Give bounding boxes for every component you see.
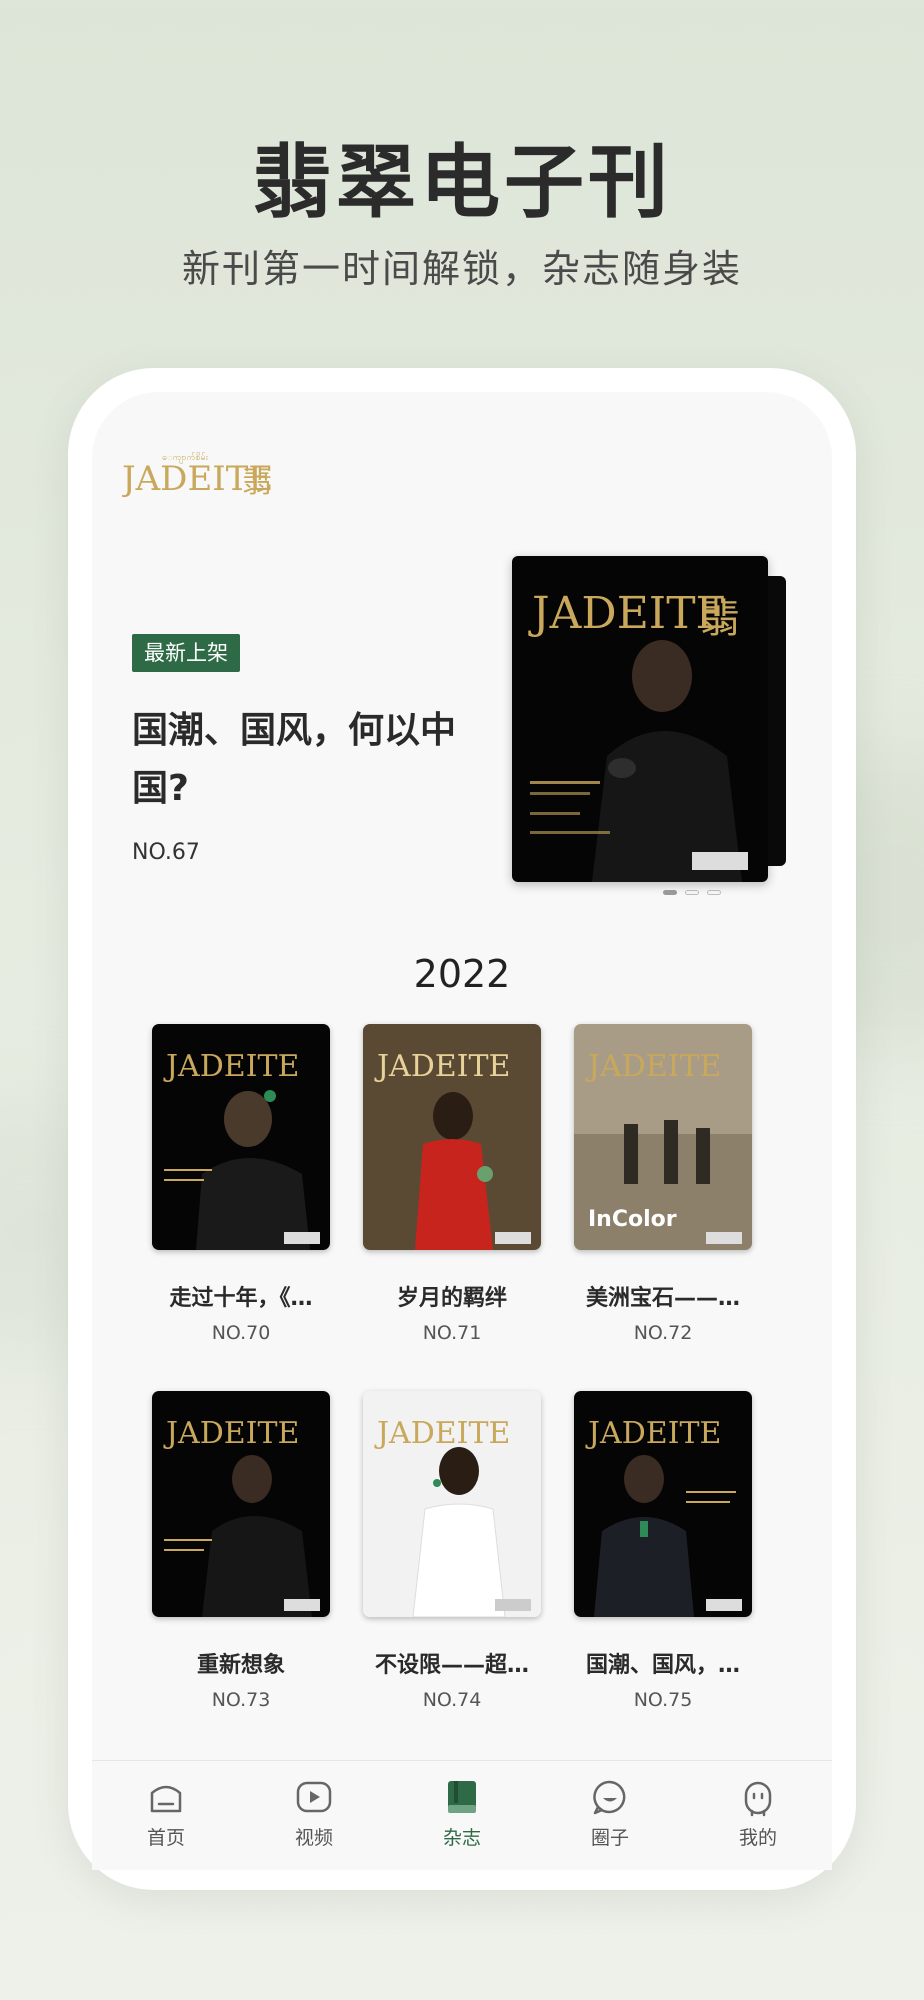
- pagination-dot[interactable]: [663, 890, 677, 895]
- magazine-issue: NO.74: [422, 1689, 482, 1711]
- magazine-title: 不设限——超…: [374, 1653, 529, 1678]
- cover-art: JADEITE: [363, 1024, 541, 1250]
- magazine-issue: NO.71: [422, 1322, 482, 1344]
- tab-label: 首页: [146, 1827, 185, 1849]
- magazine-item[interactable]: JADEITE 重新想象 NO.73: [152, 1391, 330, 1758]
- svg-text:翡: 翡: [700, 596, 740, 642]
- svg-text:JADEITE: JADEITE: [528, 588, 728, 639]
- magazine-cover[interactable]: JADEITE: [574, 1391, 752, 1617]
- svg-text:InColor: InColor: [588, 1207, 677, 1232]
- magazine-cover[interactable]: JADEITE: [363, 1024, 541, 1250]
- pagination-dot[interactable]: [685, 890, 699, 895]
- magazine-item[interactable]: JADEITE 岁月的羁绊 NO.71: [363, 1024, 541, 1391]
- svg-text:JADEITE: JADEITE: [163, 1049, 299, 1084]
- app-screen: JADEITE 翡 ေကျာက်စိမ်း 最新上架 国潮、国风，何以中国? N…: [92, 392, 832, 1842]
- promo-headline: 翡翠电子刊: [252, 136, 672, 229]
- home-icon: [150, 1785, 182, 1813]
- cover-art: JADEITE InColor: [574, 1024, 752, 1250]
- hero-issue-title[interactable]: 国潮、国风，何以中国?: [132, 702, 462, 818]
- magazine-cover[interactable]: JADEITE: [152, 1391, 330, 1617]
- magazine-item[interactable]: JADEITE 走过十年，《… NO.70: [152, 1024, 330, 1391]
- magazine-item[interactable]: JADEITE 国潮、国风，… NO.75: [574, 1391, 752, 1758]
- magazine-issue: NO.72: [633, 1322, 693, 1344]
- tab-home[interactable]: 首页: [116, 1777, 216, 1850]
- tab-video[interactable]: 视频: [264, 1777, 364, 1850]
- new-arrival-badge: 最新上架: [132, 634, 240, 672]
- magazine-issue: NO.73: [211, 1689, 271, 1711]
- magazine-item[interactable]: JADEITE 不设限——超… NO.74: [363, 1391, 541, 1758]
- carousel-pagination: [92, 890, 832, 895]
- cover-art: JADEITE: [152, 1391, 330, 1617]
- magazine-title: 走过十年，《…: [169, 1286, 313, 1311]
- magazine-issue: NO.70: [211, 1322, 271, 1344]
- magazine-title: 重新想象: [196, 1653, 285, 1678]
- magazine-title: 国潮、国风，…: [585, 1653, 740, 1678]
- hero-issue-number: NO.67: [132, 840, 200, 865]
- svg-text:JADEITE: JADEITE: [585, 1049, 721, 1084]
- jadeite-logo: JADEITE 翡 ေကျာက်စိမ်း: [122, 452, 273, 500]
- bottom-tab-bar: 首页 视频 杂志 圈子 我的: [92, 1760, 832, 1870]
- tab-label: 圈子: [590, 1827, 629, 1849]
- chat-icon: [593, 1780, 626, 1815]
- profile-icon: [744, 1781, 772, 1817]
- svg-text:JADEITE: JADEITE: [163, 1416, 299, 1451]
- magazine-title: 美洲宝石——…: [585, 1286, 740, 1311]
- svg-text:JADEITE: JADEITE: [585, 1416, 721, 1451]
- pagination-dot[interactable]: [707, 890, 721, 895]
- magazine-cover[interactable]: JADEITE InColor: [574, 1024, 752, 1250]
- magazine-grid: JADEITE 走过十年，《… NO.70 JADEITE 岁月的羁绊 NO.7…: [152, 1024, 772, 1758]
- tab-label: 我的: [738, 1827, 777, 1849]
- cover-art: JADEITE: [363, 1391, 541, 1617]
- promo-subline: 新刊第一时间解锁，杂志随身装: [181, 247, 742, 291]
- tab-magazine[interactable]: 杂志: [412, 1777, 512, 1850]
- svg-text:JADEITE: JADEITE: [374, 1049, 510, 1084]
- svg-text:翡: 翡: [242, 465, 272, 500]
- book-icon: [448, 1781, 476, 1813]
- cover-art: JADEITE: [574, 1391, 752, 1617]
- magazine-cover[interactable]: JADEITE: [152, 1024, 330, 1250]
- magazine-cover[interactable]: JADEITE: [363, 1391, 541, 1617]
- cover-art: JADEITE: [152, 1024, 330, 1250]
- video-icon: [296, 1781, 332, 1813]
- magazine-issue: NO.75: [633, 1689, 693, 1711]
- year-section-heading: 2022: [413, 952, 511, 996]
- tab-circle[interactable]: 圈子: [560, 1777, 660, 1850]
- svg-text:ေကျာက်စိမ်း: ေကျာက်စိမ်း: [162, 452, 209, 464]
- svg-text:JADEITE: JADEITE: [374, 1416, 510, 1451]
- magazine-item[interactable]: JADEITE InColor 美洲宝石——… NO.72: [574, 1024, 752, 1391]
- magazine-title: 岁月的羁绊: [396, 1286, 507, 1311]
- hero-cover-art: JADEITE 翡: [512, 556, 768, 882]
- hero-cover-carousel[interactable]: JADEITE 翡: [512, 556, 786, 886]
- tab-label: 视频: [294, 1827, 333, 1849]
- phone-frame: JADEITE 翡 ေကျာက်စိမ်း 最新上架 国潮、国风，何以中国? N…: [68, 368, 856, 1890]
- hero-magazine-cover[interactable]: JADEITE 翡: [512, 556, 768, 882]
- tab-label: 杂志: [442, 1827, 481, 1849]
- tab-profile[interactable]: 我的: [708, 1777, 808, 1850]
